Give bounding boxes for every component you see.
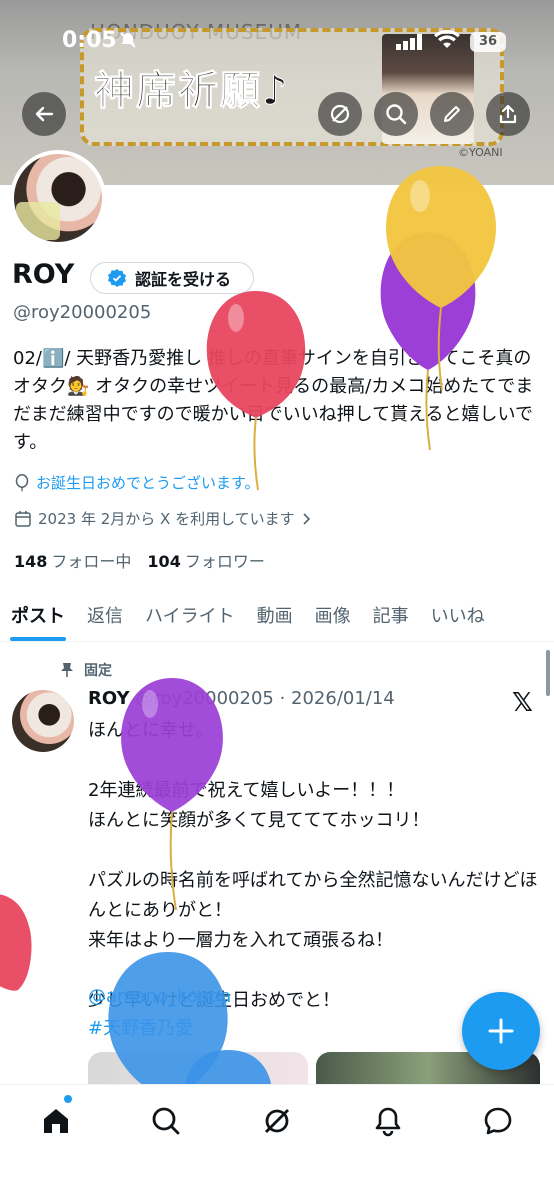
share-button[interactable] (486, 92, 530, 136)
tab-articles[interactable]: 記事 (362, 592, 420, 641)
banner-credit: ©YOANI (458, 146, 503, 159)
grok-button[interactable] (318, 92, 362, 136)
bottom-navigation (0, 1084, 554, 1200)
followers-link[interactable]: 104 フォロワー (147, 548, 264, 572)
get-verified-button[interactable]: 認証を受ける (90, 262, 254, 294)
tweet-handle-date: @roy20000205 · 2026/01/14 (135, 688, 395, 709)
tab-videos[interactable]: 動画 (246, 592, 304, 641)
edit-button[interactable] (430, 92, 474, 136)
get-verified-label: 認証を受ける (135, 270, 232, 289)
balloon-icon (15, 473, 29, 491)
home-icon (44, 1109, 68, 1133)
pin-icon (61, 663, 73, 677)
tweet-author-name[interactable]: ROY (88, 688, 130, 709)
nav-grok[interactable] (255, 1099, 299, 1143)
calendar-icon (15, 510, 31, 527)
chevron-right-icon (303, 512, 310, 525)
birthday-text[interactable]: お誕生日おめでとうございます。 (36, 472, 260, 493)
profile-handle: @roy20000205 (13, 302, 152, 323)
mute-bell-icon (118, 30, 138, 55)
banner-sign-text: 神席祈願♪ (94, 68, 290, 115)
grok-icon (265, 1109, 289, 1133)
message-icon (484, 1107, 512, 1135)
verified-badge-icon (108, 269, 126, 287)
scrollbar[interactable] (546, 650, 550, 696)
back-button[interactable] (22, 92, 66, 136)
nav-search[interactable] (144, 1099, 188, 1143)
tab-posts[interactable]: ポスト (0, 592, 76, 641)
following-count: 148 (14, 552, 48, 571)
profile-avatar[interactable] (10, 150, 106, 246)
follow-stats: 148 フォロー中 104 フォロワー (14, 548, 265, 572)
profile-name: ROY (12, 259, 75, 290)
nav-home[interactable] (34, 1099, 78, 1143)
search-button[interactable] (374, 92, 418, 136)
signal-icon (396, 34, 424, 54)
tweet-avatar[interactable] (12, 690, 74, 752)
search-icon (152, 1107, 180, 1135)
tab-highlights[interactable]: ハイライト (134, 592, 246, 641)
joined-row[interactable]: 2023 年 2月から X を利用しています (14, 508, 313, 529)
nav-notifications[interactable] (366, 1099, 410, 1143)
bell-icon (375, 1107, 401, 1137)
back-arrow-icon (35, 106, 54, 122)
pinned-label-row: 固定 (60, 660, 112, 680)
wifi-icon (434, 29, 460, 54)
following-link[interactable]: 148 フォロー中 (14, 548, 131, 572)
battery-indicator: 36 (470, 32, 506, 52)
x-logo-icon: 𝕏 (512, 688, 533, 718)
grok-icon (330, 104, 350, 124)
pinned-label: 固定 (84, 663, 112, 679)
profile-bio: 02/ℹ️/ 天野香乃愛推し 推しの直筆サインを自引きしてこそ真のオタク🧑‍⚖️… (13, 348, 534, 453)
joined-text: 2023 年 2月から X を利用しています (38, 510, 295, 528)
tweet-text: ほんとに幸せ。 2年連続最前で祝えて嬉しいよー！！！ ほんとに笑顔が多くて見てて… (88, 720, 538, 1011)
tweet-header: ROY @roy20000205 · 2026/01/14 (88, 688, 395, 709)
tweet-mention[interactable]: @amano_konoa (88, 986, 231, 1007)
status-time: 0:05 (62, 28, 117, 53)
tab-likes[interactable]: いいね (420, 592, 496, 641)
plus-icon (488, 1018, 514, 1044)
tab-images[interactable]: 画像 (304, 592, 362, 641)
compose-button[interactable] (462, 992, 540, 1070)
tab-replies[interactable]: 返信 (76, 592, 134, 641)
search-icon (386, 104, 407, 125)
share-icon (499, 104, 517, 124)
followers-label: フォロワー (184, 552, 265, 571)
status-bar: 0:05 36 (0, 28, 554, 56)
birthday-row[interactable]: お誕生日おめでとうございます。 (14, 472, 260, 493)
profile-tabs: ポスト 返信 ハイライト 動画 画像 記事 いいね (0, 592, 554, 642)
followers-count: 104 (147, 552, 181, 571)
nav-messages[interactable] (476, 1099, 520, 1143)
tweet-hashtag[interactable]: #天野香乃愛 (88, 1014, 193, 1040)
tweet-media-1[interactable] (88, 1052, 308, 1086)
following-label: フォロー中 (51, 552, 132, 571)
edit-icon (444, 106, 460, 122)
balloon-red-left (0, 894, 32, 991)
home-notification-dot (64, 1095, 72, 1103)
